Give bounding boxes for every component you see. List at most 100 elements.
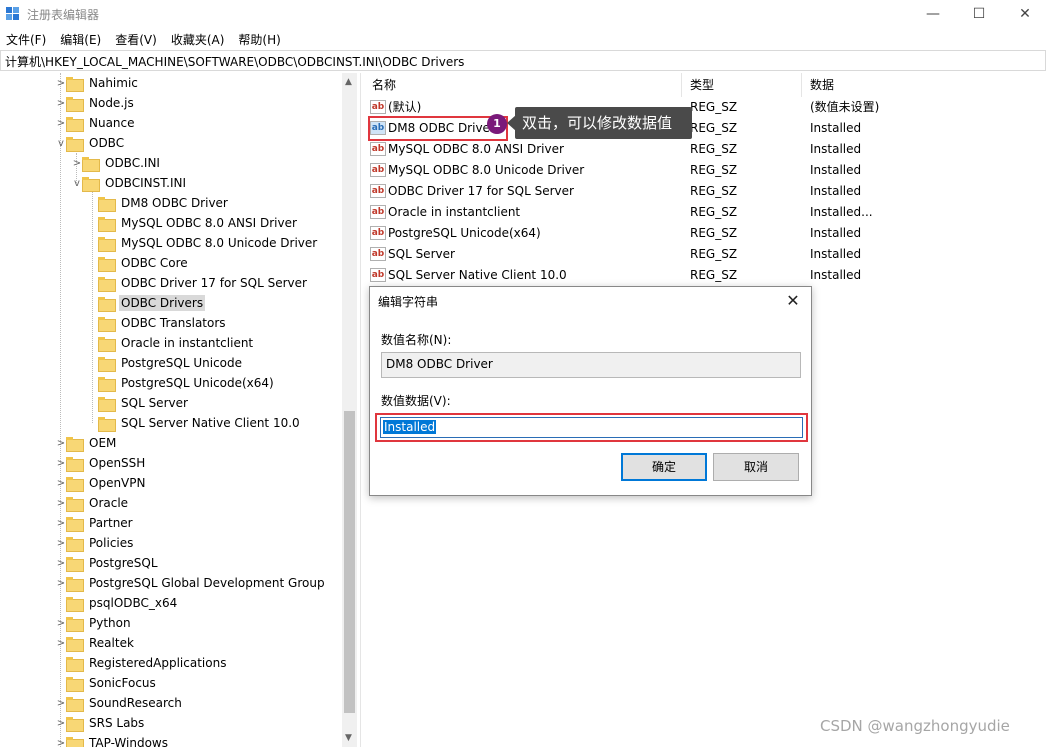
tree-item[interactable]: SonicFocus — [56, 673, 158, 693]
collapse-chevron-icon[interactable]: v — [72, 178, 82, 189]
tree-scrollbar[interactable]: ▲ ▼ — [342, 73, 357, 747]
tree-item[interactable]: PostgreSQL Unicode(x64) — [98, 373, 276, 393]
value-type: REG_SZ — [690, 247, 738, 261]
collapse-chevron-icon[interactable]: v — [56, 138, 66, 149]
expand-chevron-icon[interactable]: > — [56, 718, 66, 729]
column-header-data[interactable]: 数据 — [802, 73, 1048, 97]
expand-chevron-icon[interactable]: > — [56, 518, 66, 529]
tree-item[interactable]: > Node.js — [56, 93, 136, 113]
expand-chevron-icon[interactable]: > — [56, 478, 66, 489]
expand-chevron-icon[interactable]: > — [72, 158, 82, 169]
tree-item-odbc-ini[interactable]: > ODBC.INI — [72, 153, 162, 173]
tree-item[interactable]: > PostgreSQL — [56, 553, 160, 573]
tree-item[interactable]: ODBC Translators — [98, 313, 228, 333]
column-header-name[interactable]: 名称 — [364, 73, 682, 97]
maximize-button[interactable]: ☐ — [956, 0, 1002, 28]
tree-item[interactable]: RegisteredApplications — [56, 653, 228, 673]
menu-edit[interactable]: 编辑(E) — [60, 31, 101, 48]
value-data: Installed — [810, 247, 862, 261]
tree-item[interactable]: > TAP-Windows — [56, 733, 170, 747]
folder-icon — [98, 356, 116, 372]
expand-chevron-icon[interactable]: > — [56, 638, 66, 649]
tree-item[interactable]: psqlODBC_x64 — [56, 593, 179, 613]
tree-item[interactable]: > SRS Labs — [56, 713, 146, 733]
tree-item[interactable]: > SoundResearch — [56, 693, 184, 713]
column-header-type[interactable]: 类型 — [682, 73, 802, 97]
scrollbar-thumb[interactable] — [344, 411, 355, 713]
tree-item-odbc[interactable]: v ODBC — [56, 133, 126, 153]
expand-chevron-icon[interactable]: > — [56, 78, 66, 89]
expand-chevron-icon[interactable]: > — [56, 538, 66, 549]
expand-chevron-icon[interactable]: > — [56, 698, 66, 709]
ok-button[interactable]: 确定 — [621, 453, 707, 481]
list-item[interactable]: ab MySQL ODBC 8.0 Unicode Driver REG_SZ … — [364, 160, 1048, 181]
minimize-button[interactable]: — — [910, 0, 956, 28]
expand-chevron-icon[interactable]: > — [56, 618, 66, 629]
list-item[interactable]: ab MySQL ODBC 8.0 ANSI Driver REG_SZ Ins… — [364, 139, 1048, 160]
expand-chevron-icon[interactable]: > — [56, 98, 66, 109]
value-data-label: 数值数据(V): — [381, 394, 451, 408]
tree-item[interactable]: > Python — [56, 613, 133, 633]
list-item[interactable]: ab SQL Server REG_SZ Installed — [364, 244, 1048, 265]
tree-item[interactable]: MySQL ODBC 8.0 Unicode Driver — [98, 233, 319, 253]
menu-file[interactable]: 文件(F) — [6, 31, 46, 48]
tree-item[interactable]: PostgreSQL Unicode — [98, 353, 244, 373]
tree-item[interactable]: > Oracle — [56, 493, 130, 513]
tree-item[interactable]: SQL Server Native Client 10.0 — [98, 413, 302, 433]
value-type: REG_SZ — [690, 226, 738, 240]
tree-item[interactable]: DM8 ODBC Driver — [98, 193, 230, 213]
tree-item[interactable]: > OpenSSH — [56, 453, 147, 473]
address-bar[interactable]: 计算机\HKEY_LOCAL_MACHINE\SOFTWARE\ODBC\ODB… — [0, 50, 1046, 71]
tree-item[interactable]: > Partner — [56, 513, 135, 533]
expand-chevron-icon[interactable]: > — [56, 458, 66, 469]
tree-item[interactable]: > Policies — [56, 533, 135, 553]
folder-icon — [66, 456, 84, 472]
tree-item[interactable]: Oracle in instantclient — [98, 333, 255, 353]
tree-item-selected[interactable]: ODBC Drivers — [98, 293, 206, 313]
tree-item[interactable]: > OpenVPN — [56, 473, 147, 493]
menu-help[interactable]: 帮助(H) — [238, 31, 280, 48]
expand-chevron-icon[interactable]: > — [56, 578, 66, 589]
menu-favorites[interactable]: 收藏夹(A) — [171, 31, 225, 48]
folder-icon — [82, 156, 100, 172]
list-item[interactable]: ab (默认) REG_SZ (数值未设置) — [364, 97, 1048, 118]
cancel-button[interactable]: 取消 — [713, 453, 799, 481]
value-name-field: DM8 ODBC Driver — [381, 352, 801, 378]
tree-item[interactable]: > PostgreSQL Global Development Group — [56, 573, 327, 593]
tree-item[interactable]: > Nahimic — [56, 73, 140, 93]
close-window-button[interactable]: ✕ — [1002, 0, 1048, 28]
menu-view[interactable]: 查看(V) — [115, 31, 157, 48]
folder-icon — [98, 276, 116, 292]
scroll-up-icon[interactable]: ▲ — [345, 77, 352, 87]
folder-icon — [66, 696, 84, 712]
tree-item[interactable]: ODBC Driver 17 for SQL Server — [98, 273, 309, 293]
tree-item[interactable]: > OEM — [56, 433, 118, 453]
folder-icon — [98, 256, 116, 272]
expand-chevron-icon[interactable]: > — [56, 118, 66, 129]
tree-item-label: Nahimic — [89, 76, 138, 90]
list-item[interactable]: ab ODBC Driver 17 for SQL Server REG_SZ … — [364, 181, 1048, 202]
expand-chevron-icon[interactable]: > — [56, 738, 66, 747]
tree-item-label: Oracle in instantclient — [121, 336, 254, 350]
tree-item[interactable]: > Realtek — [56, 633, 136, 653]
scroll-down-icon[interactable]: ▼ — [345, 733, 352, 743]
folder-icon — [66, 516, 84, 532]
expand-chevron-icon[interactable]: > — [56, 558, 66, 569]
value-data-input[interactable]: Installed — [380, 417, 803, 438]
value-data: Installed — [810, 268, 862, 282]
tree-item[interactable]: MySQL ODBC 8.0 ANSI Driver — [98, 213, 299, 233]
tree-item[interactable]: SQL Server — [98, 393, 190, 413]
tree-item[interactable]: ODBC Core — [98, 253, 190, 273]
list-item[interactable]: ab Oracle in instantclient REG_SZ Instal… — [364, 202, 1048, 223]
tree-item-label: SoundResearch — [89, 696, 182, 710]
value-data-highlight: Installed — [375, 413, 808, 442]
expand-chevron-icon[interactable]: > — [56, 438, 66, 449]
dialog-close-icon[interactable]: ✕ — [781, 289, 805, 313]
folder-icon — [66, 76, 84, 92]
expand-chevron-icon[interactable]: > — [56, 498, 66, 509]
tree-item-odbcinst-ini[interactable]: v ODBCINST.INI — [72, 173, 188, 193]
value-name: ODBC Driver 17 for SQL Server — [388, 184, 574, 198]
list-item[interactable]: ab SQL Server Native Client 10.0 REG_SZ … — [364, 265, 1048, 286]
list-item[interactable]: ab PostgreSQL Unicode(x64) REG_SZ Instal… — [364, 223, 1048, 244]
tree-item[interactable]: > Nuance — [56, 113, 137, 133]
